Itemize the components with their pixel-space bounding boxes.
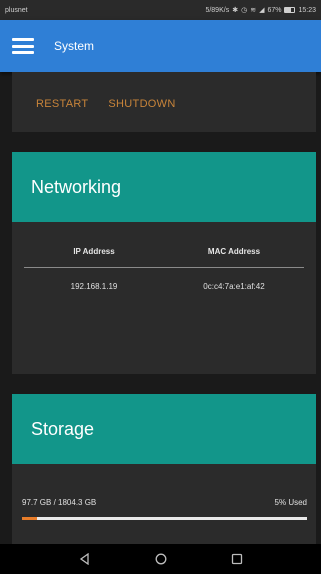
back-icon[interactable] xyxy=(76,550,94,568)
battery-percent: 67% xyxy=(267,6,282,14)
navigation-bar xyxy=(0,544,321,574)
mac-address-value: 0c:c4:7a:e1:af:42 xyxy=(203,282,265,291)
storage-usage-text: 97.7 GB / 1804.3 GB xyxy=(22,498,97,507)
home-icon[interactable] xyxy=(152,550,170,568)
bluetooth-icon: ✱ xyxy=(232,7,239,14)
storage-progress-fill xyxy=(22,517,38,520)
storage-used-percent: 5% Used xyxy=(274,498,307,507)
networking-table: IP Address MAC Address 192.168.1.19 0c:c… xyxy=(24,247,304,291)
ip-address-value: 192.168.1.19 xyxy=(70,282,118,291)
shutdown-button[interactable]: SHUTDOWN xyxy=(108,98,175,110)
network-speed: 5/89K/s xyxy=(205,6,230,14)
app-bar: System xyxy=(0,20,321,72)
networking-title: Networking xyxy=(12,152,316,222)
column-header-mac: MAC Address xyxy=(207,247,261,256)
table-header-row: IP Address MAC Address xyxy=(24,247,304,256)
alarm-icon: ◷ xyxy=(241,7,248,14)
signal-icon: ◢ xyxy=(259,7,265,14)
restart-button[interactable]: RESTART xyxy=(36,98,88,110)
table-row: 192.168.1.19 0c:c4:7a:e1:af:42 xyxy=(24,282,304,291)
table-divider xyxy=(24,267,304,268)
storage-progress-bar xyxy=(22,517,307,520)
column-header-ip: IP Address xyxy=(73,247,115,256)
power-actions: RESTART SHUTDOWN xyxy=(36,98,176,110)
content-area[interactable]: RESTART SHUTDOWN Networking IP Address M… xyxy=(0,72,321,544)
storage-card: Storage 97.7 GB / 1804.3 GB 5% Used xyxy=(12,394,316,544)
storage-info: 97.7 GB / 1804.3 GB 5% Used xyxy=(22,498,307,507)
battery-icon xyxy=(284,7,296,13)
networking-card: Networking IP Address MAC Address 192.16… xyxy=(12,152,316,374)
power-card: RESTART SHUTDOWN xyxy=(12,72,316,132)
page-title: System xyxy=(54,39,95,53)
wifi-icon: ≋ xyxy=(250,7,257,14)
clock: 15:23 xyxy=(298,6,316,14)
battery-level xyxy=(285,8,292,12)
storage-title: Storage xyxy=(12,394,316,464)
status-indicators: 5/89K/s ✱ ◷ ≋ ◢ 67% 15:23 xyxy=(205,6,316,15)
status-bar: plusnet 5/89K/s ✱ ◷ ≋ ◢ 67% 15:23 xyxy=(0,0,321,20)
hamburger-menu-icon[interactable] xyxy=(12,38,34,54)
recents-icon[interactable] xyxy=(228,550,246,568)
carrier-label: plusnet xyxy=(5,6,28,14)
